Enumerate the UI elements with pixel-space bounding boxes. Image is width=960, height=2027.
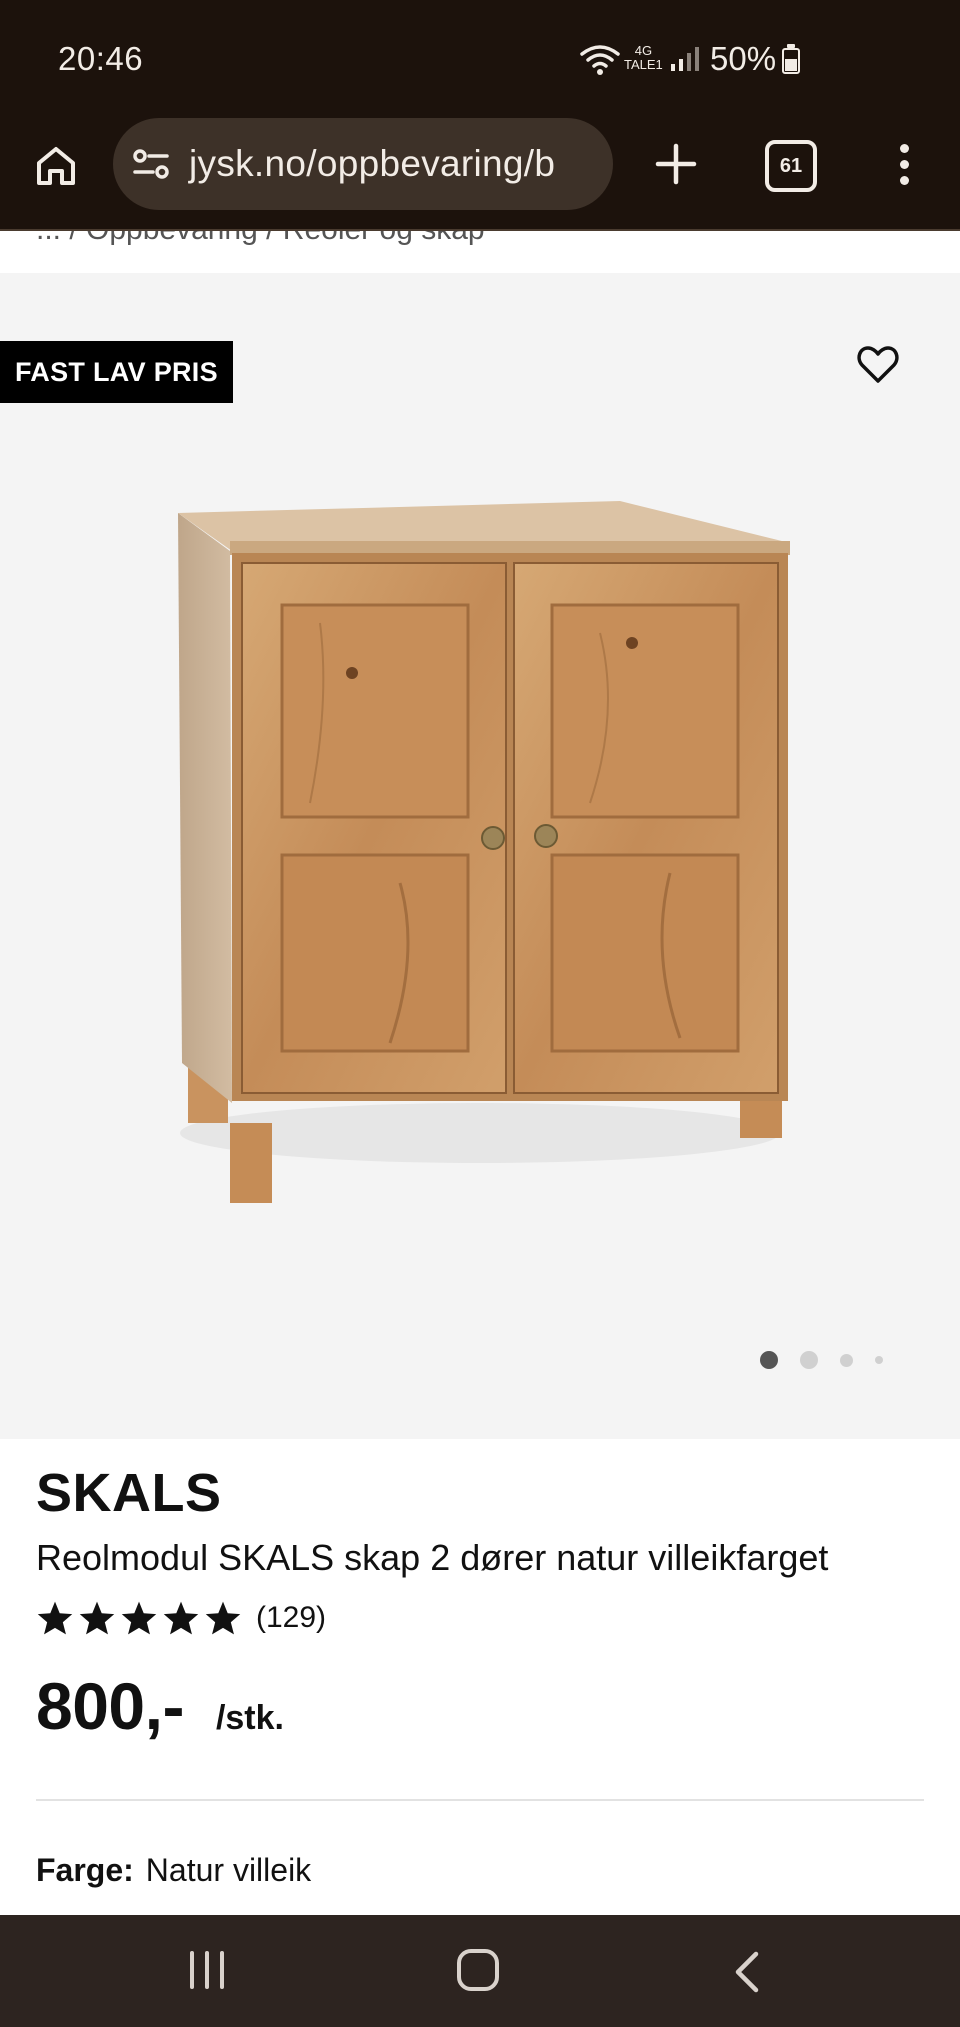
price-unit: /stk. [215,1699,284,1737]
product-gallery[interactable]: FAST LAV PRIS [0,273,960,1439]
home-icon [37,147,75,185]
color-selector[interactable]: Farge: Natur villeik [36,1852,311,1889]
browser-chrome: 20:46 4G TALE1 50% jysk.no/oppbevaring/b… [0,0,960,231]
color-value: Natur villeik [145,1852,312,1888]
gallery-dot[interactable] [840,1353,853,1367]
price-badge: FAST LAV PRIS [0,341,233,403]
site-settings-icon[interactable] [131,147,171,181]
product-image[interactable] [150,483,800,1203]
browser-menu-button[interactable] [880,136,928,192]
divider [36,1799,924,1801]
battery-percentage: 50% [710,40,777,77]
gallery-dot[interactable] [875,1356,883,1364]
recent-apps-button[interactable] [190,1951,224,1989]
price-row: 800,- /stk. [36,1668,284,1744]
gallery-dot[interactable] [800,1351,818,1369]
star-icon [205,1601,241,1635]
browser-toolbar: jysk.no/oppbevaring/b 61 [0,118,960,231]
tab-count: 61 [779,154,803,177]
breadcrumb[interactable]: ... / Oppbevaring / Reoler og skap [36,231,485,247]
favorite-button[interactable] [852,339,904,391]
status-time: 20:46 [58,40,144,77]
tab-switcher-button[interactable]: 61 [765,140,817,192]
system-home-button[interactable] [457,1949,499,1991]
product-brand: SKALS [36,1463,222,1523]
network-type-label: 4G TALE1 [624,43,663,72]
back-icon[interactable] [732,1951,762,1993]
url-text: jysk.no/oppbevaring/b [189,143,556,184]
address-bar[interactable]: jysk.no/oppbevaring/b [113,118,613,210]
star-icon [163,1601,199,1635]
battery-icon [782,44,800,74]
new-tab-button[interactable] [648,136,704,192]
wifi-icon [580,45,620,75]
system-navigation-bar [0,1915,960,2027]
product-rating[interactable]: (129) [36,1600,326,1636]
gallery-dot[interactable] [760,1351,778,1369]
product-title: Reolmodul SKALS skap 2 dører natur ville… [36,1537,829,1578]
status-bar: 20:46 4G TALE1 50% [0,0,960,118]
heart-icon [857,346,899,383]
star-icon [121,1601,157,1635]
breadcrumb-strip: ... / Oppbevaring / Reoler og skap [0,231,960,273]
color-label: Farge: [36,1852,134,1888]
plus-icon [655,143,697,185]
star-icon [37,1601,73,1635]
product-price: 800,- [36,1669,184,1743]
rating-stars [36,1600,242,1636]
review-count[interactable]: (129) [256,1601,326,1635]
home-button[interactable] [28,138,84,194]
recents-icon [190,1951,194,1989]
signal-icon [671,47,699,71]
gallery-pagination [760,1351,883,1369]
star-icon [79,1601,115,1635]
more-options-icon [899,143,909,153]
